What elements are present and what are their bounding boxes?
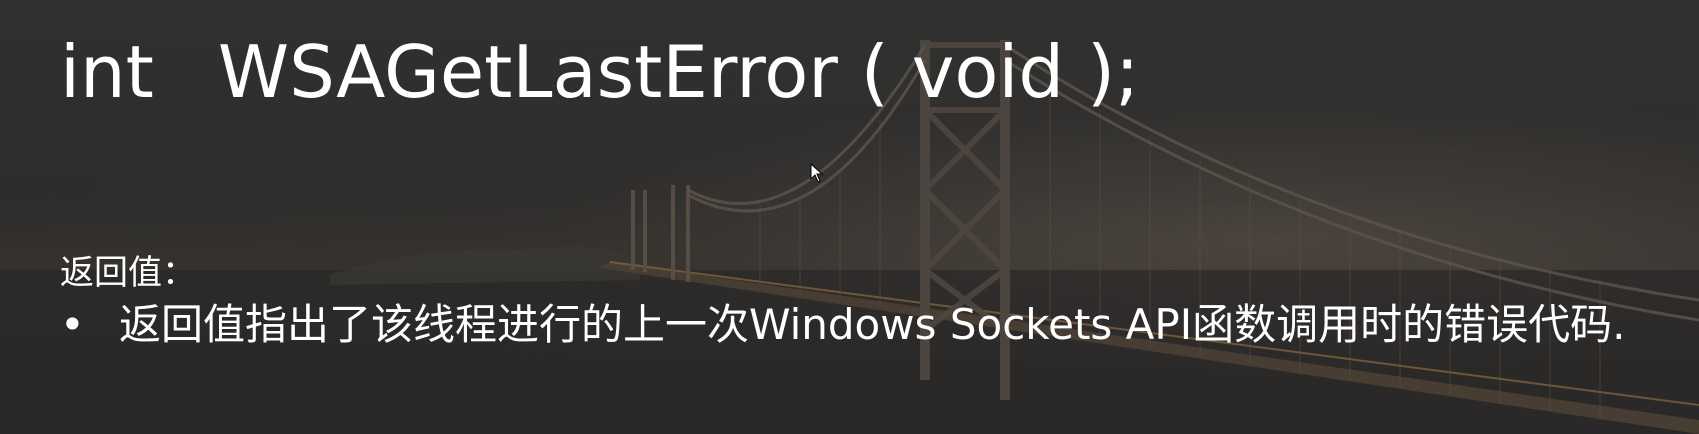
bullet-marker: • xyxy=(60,300,85,349)
return-type: int xyxy=(60,30,154,114)
list-item: • 返回值指出了该线程进行的上一次Windows Sockets API函数调用… xyxy=(60,300,1690,350)
slide: int WSAGetLastError ( void ); 返回值： • 返回值指… xyxy=(0,0,1699,434)
section-label: 返回值： xyxy=(60,253,196,293)
function-signature: WSAGetLastError ( void ); xyxy=(217,30,1140,114)
slide-title: int WSAGetLastError ( void ); xyxy=(60,30,1139,114)
arrow-cursor-icon xyxy=(810,163,824,183)
bullet-text: 返回值指出了该线程进行的上一次Windows Sockets API函数调用时的… xyxy=(119,300,1626,349)
